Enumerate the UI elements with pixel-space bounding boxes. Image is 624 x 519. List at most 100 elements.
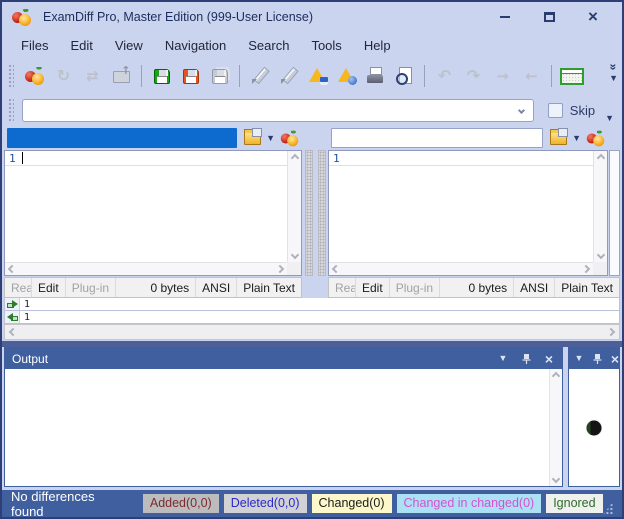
toolbar-save-second-file-button[interactable] [177, 62, 204, 90]
right-pane-logo-icon[interactable] [587, 130, 604, 146]
menu-item-edit[interactable]: Edit [59, 35, 103, 56]
toolbar-save-both-files-button[interactable] [206, 62, 233, 90]
left-horizontal-scrollbar[interactable] [5, 262, 287, 275]
right-file-path-box[interactable] [331, 128, 543, 148]
minimize-button[interactable] [498, 10, 512, 24]
right-edit-area[interactable]: 1 [329, 151, 593, 262]
toolbar-options-dropdown-icon[interactable]: ▼ [609, 74, 618, 82]
output-close-icon[interactable]: × [543, 353, 555, 365]
thumbnail-dropdown-icon[interactable]: ▼ [573, 353, 585, 365]
menu-item-help[interactable]: Help [353, 35, 402, 56]
toolbar-save-first-file-button[interactable] [148, 62, 175, 90]
compare-bar-grip[interactable] [8, 98, 14, 122]
toolbar-show-differences-window-button[interactable] [558, 62, 585, 90]
app-logo-icon [12, 9, 31, 26]
compare-path-combobox[interactable] [22, 99, 534, 122]
right-pane-statusbar: Read Edit Plug-in 0 bytes ANSI Plain Tex… [328, 277, 620, 298]
badge-added[interactable]: Added(0,0) [143, 494, 219, 513]
undo-icon [435, 67, 455, 85]
right-diff-overview-bar[interactable] [318, 150, 326, 276]
merge-row-second-line: 1 [20, 312, 30, 323]
left-scroll-left-icon[interactable] [8, 265, 16, 273]
compare-bar-dropdown-icon[interactable]: ▼ [605, 114, 614, 122]
toolbar-edit-first-file-button[interactable] [246, 62, 273, 90]
left-diff-overview-bar[interactable] [305, 150, 313, 276]
save-differences-icon [308, 67, 328, 85]
copy-to-right-button[interactable] [5, 298, 20, 310]
toolbar-previous-difference-button[interactable] [518, 62, 545, 90]
left-scroll-down-icon[interactable] [290, 251, 298, 259]
left-path-dropdown-icon[interactable]: ▼ [266, 134, 275, 142]
output-scroll-up-icon[interactable] [552, 372, 560, 380]
copy-to-left-button[interactable] [5, 311, 20, 323]
left-scroll-right-icon[interactable] [276, 265, 284, 273]
skip-checkbox[interactable] [548, 103, 563, 118]
edit-second-file-icon [279, 67, 299, 85]
toolbar-overflow-chevrons-icon[interactable]: » [609, 64, 619, 69]
thumbnail-close-icon[interactable]: × [609, 353, 621, 365]
output-dropdown-icon[interactable]: ▼ [497, 353, 509, 365]
toolbar-open-files-button[interactable] [108, 62, 135, 90]
output-pin-icon[interactable] [520, 353, 532, 365]
thumbnail-panel: ▼ × [568, 347, 620, 487]
combobox-dropdown-icon[interactable] [518, 106, 525, 113]
maximize-button[interactable] [542, 10, 556, 24]
left-pane-logo-icon[interactable] [281, 130, 298, 146]
right-horizontal-scrollbar[interactable] [329, 262, 593, 275]
badge-deleted[interactable]: Deleted(0,0) [224, 494, 307, 513]
toolbar-print-preview-button[interactable] [391, 62, 418, 90]
right-vertical-scrollbar[interactable] [593, 151, 607, 262]
toolbar-redo-button[interactable] [460, 62, 487, 90]
output-panel-header: Output ▼ × [5, 348, 562, 369]
output-vertical-scrollbar[interactable] [549, 369, 562, 486]
output-panel-body[interactable] [5, 369, 562, 486]
menu-item-navigation[interactable]: Navigation [154, 35, 237, 56]
statusbar: No differences found Added(0,0)Deleted(0… [2, 490, 622, 517]
right-open-folder-icon[interactable] [550, 132, 567, 145]
toolbar-next-difference-button[interactable] [489, 62, 516, 90]
right-scroll-down-icon[interactable] [596, 251, 604, 259]
toolbar-undo-button[interactable] [431, 62, 458, 90]
left-file-path-box[interactable] [7, 128, 237, 148]
toolbar-grip[interactable] [8, 64, 14, 88]
right-scroll-right-icon[interactable] [582, 265, 590, 273]
output-panel: Output ▼ × [4, 347, 563, 487]
skip-label: Skip [570, 103, 595, 118]
thumbnail-pin-icon[interactable] [591, 353, 603, 365]
left-open-folder-icon[interactable] [244, 132, 261, 145]
menu-item-search[interactable]: Search [237, 35, 300, 56]
toolbar-compare-button[interactable] [21, 62, 48, 90]
badge-changed[interactable]: Changed(0) [312, 494, 392, 513]
save-differences-as-web-page-icon [337, 67, 357, 85]
resize-grip[interactable] [603, 502, 613, 515]
toolbar-edit-second-file-button[interactable] [275, 62, 302, 90]
merge-horizontal-scrollbar[interactable] [4, 324, 620, 340]
right-scroll-up-icon[interactable] [596, 154, 604, 162]
right-scroll-left-icon[interactable] [332, 265, 340, 273]
toolbar-swap-panes-button[interactable] [79, 62, 106, 90]
toolbar-print-button[interactable] [362, 62, 389, 90]
left-edit-area[interactable]: 1 [5, 151, 287, 262]
close-button[interactable]: × [586, 10, 600, 24]
badge-changed-in-changed[interactable]: Changed in changed(0) [397, 494, 542, 513]
right-path-dropdown-icon[interactable]: ▼ [572, 134, 581, 142]
toolbar-save-differences-as-web-page-button[interactable] [333, 62, 360, 90]
toolbar-recompare-button[interactable] [50, 62, 77, 90]
menu-item-view[interactable]: View [104, 35, 154, 56]
left-vertical-scrollbar[interactable] [287, 151, 301, 262]
diff-marker-dot [587, 420, 602, 435]
thumbnail-panel-body[interactable] [569, 369, 619, 486]
merge-scroll-right-icon[interactable] [607, 328, 615, 336]
examdiff-window: ExamDiff Pro, Master Edition (999-User L… [0, 0, 624, 519]
badge-ignored[interactable]: Ignored [546, 494, 602, 513]
menu-item-files[interactable]: Files [10, 35, 59, 56]
menu-item-tools[interactable]: Tools [300, 35, 352, 56]
overall-diff-map[interactable] [609, 150, 620, 276]
toolbar-save-differences-button[interactable] [304, 62, 331, 90]
skip-option: Skip [548, 103, 595, 118]
left-scroll-up-icon[interactable] [290, 154, 298, 162]
merge-scroll-left-icon[interactable] [9, 328, 17, 336]
right-status-read: Read [329, 278, 356, 297]
left-line-number: 1 [5, 152, 19, 165]
output-scroll-down-icon[interactable] [552, 475, 560, 483]
